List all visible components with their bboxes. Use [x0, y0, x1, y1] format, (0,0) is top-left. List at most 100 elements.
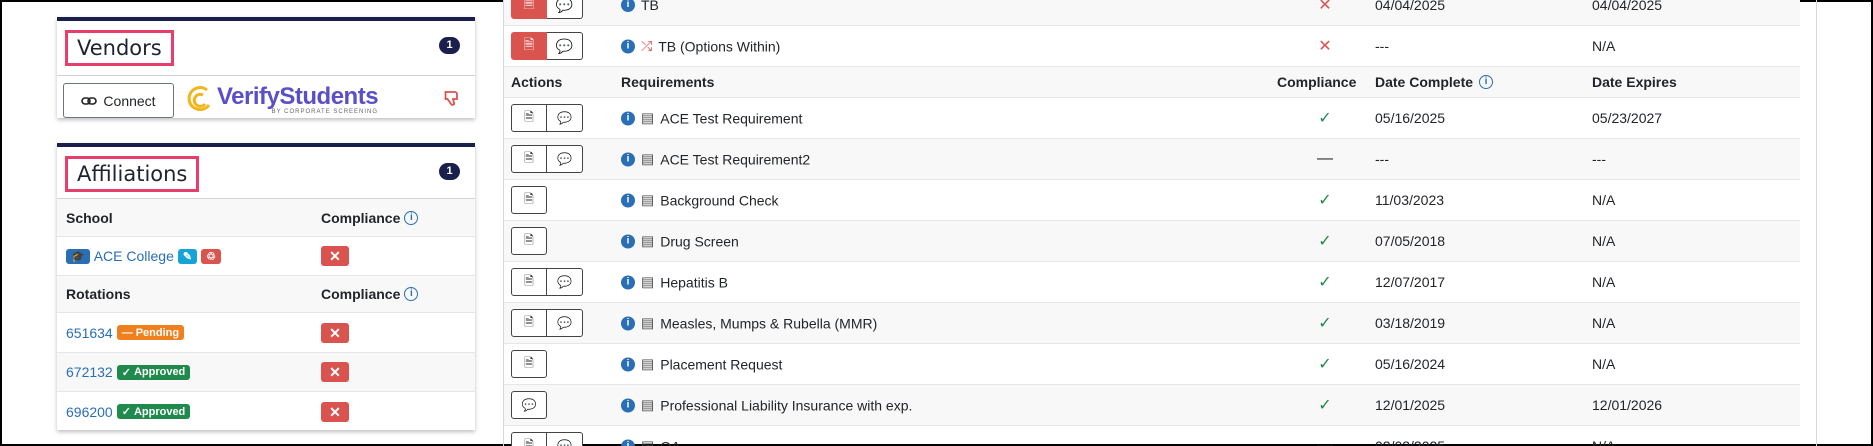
- requirement-name[interactable]: TB: [641, 0, 659, 13]
- school-link[interactable]: ACE College: [94, 248, 174, 264]
- thumbs-down-icon[interactable]: [443, 90, 461, 108]
- comment-button[interactable]: 💬: [547, 309, 583, 337]
- document-button[interactable]: 🗎: [511, 186, 547, 214]
- check-icon: ✓: [121, 406, 131, 418]
- requirement-name[interactable]: Hepatitis B: [660, 274, 728, 290]
- compliant-check-icon: ✓: [1318, 397, 1332, 414]
- requirement-name[interactable]: Professional Liability Insurance with ex…: [660, 397, 912, 413]
- requirement-name[interactable]: Drug Screen: [660, 233, 739, 249]
- comment-button[interactable]: 💬: [547, 32, 583, 60]
- date-complete: 03/18/2019: [1375, 315, 1446, 331]
- info-icon[interactable]: i: [404, 287, 419, 301]
- rotation-link[interactable]: 696200: [66, 404, 113, 420]
- document-button[interactable]: 🗎: [511, 227, 547, 255]
- date-complete: 05/16/2025: [1375, 110, 1446, 126]
- date-expires: N/A: [1592, 38, 1616, 54]
- list-icon: ▤: [641, 273, 655, 290]
- info-icon[interactable]: i: [404, 210, 419, 225]
- rotation-row: 651634 — Pending ✕: [57, 313, 475, 353]
- noncompliant-x-icon[interactable]: ✕: [321, 401, 349, 422]
- document-button[interactable]: 🗎: [511, 0, 547, 19]
- info-icon[interactable]: i: [621, 0, 635, 12]
- requirement-name[interactable]: Measles, Mumps & Rubella (MMR): [660, 315, 877, 331]
- date-complete-header: Date Complete i: [1375, 74, 1494, 90]
- document-icon: 🗎: [523, 36, 535, 52]
- info-icon[interactable]: i: [621, 316, 635, 330]
- requirement-name[interactable]: Placement Request: [660, 356, 782, 372]
- document-button[interactable]: 🗎: [511, 350, 547, 378]
- dash-icon: —: [121, 326, 133, 339]
- date-complete: 11/03/2023: [1375, 192, 1445, 208]
- info-icon[interactable]: i: [621, 275, 635, 289]
- recycle-icon[interactable]: ♲: [201, 248, 221, 264]
- info-icon[interactable]: i: [621, 357, 635, 371]
- info-icon[interactable]: i: [621, 234, 635, 248]
- compliance-header: Compliance i: [321, 210, 419, 226]
- requirement-name[interactable]: ACE Test Requirement: [660, 110, 802, 126]
- rotation-compliance: ✕: [321, 362, 349, 382]
- row-actions: 🗎 💬: [511, 268, 583, 296]
- info-icon[interactable]: i: [621, 439, 635, 446]
- info-icon[interactable]: i: [621, 39, 635, 53]
- rotation-link[interactable]: 651634: [66, 325, 113, 341]
- rotation-cell: 651634 — Pending: [66, 325, 185, 341]
- info-icon[interactable]: i: [621, 111, 635, 125]
- actions-header: Actions: [511, 74, 563, 90]
- date-complete: 02/03/2025: [1375, 438, 1446, 446]
- requirement-row: 💬 i ▤ Professional Liability Insurance with…: [504, 385, 1800, 426]
- rotation-row: 696200 ✓ Approved ✕: [57, 392, 475, 431]
- affiliations-panel: Affiliations 1 School Compliance i 🎓 ACE …: [57, 143, 475, 430]
- comment-button[interactable]: 💬: [547, 0, 583, 19]
- status-badge: ✓ Approved: [116, 404, 191, 419]
- document-button[interactable]: 🗎: [511, 32, 547, 60]
- date-complete: 12/01/2025: [1375, 397, 1446, 413]
- info-icon[interactable]: i: [621, 398, 635, 412]
- row-actions: 🗎: [511, 227, 547, 255]
- info-icon[interactable]: i: [621, 152, 635, 166]
- compliance-header: Compliance: [1277, 74, 1357, 90]
- requirement-name[interactable]: ACE Test Requirement2: [660, 151, 810, 167]
- comment-icon: 💬: [555, 0, 574, 13]
- requirement-name[interactable]: TB (Options Within): [658, 38, 780, 54]
- vendors-count-badge: 1: [439, 37, 460, 54]
- affiliations-header: Affiliations 1: [57, 147, 475, 199]
- comment-button[interactable]: 💬: [511, 391, 547, 419]
- document-button[interactable]: 🗎: [511, 104, 547, 132]
- info-icon[interactable]: i: [1479, 75, 1494, 89]
- requirement-name[interactable]: QA: [660, 438, 680, 446]
- noncompliant-x-icon[interactable]: ✕: [321, 362, 349, 382]
- rotation-link[interactable]: 672132: [66, 364, 113, 380]
- document-button[interactable]: 🗎: [511, 145, 547, 173]
- date-expires: N/A: [1592, 192, 1616, 208]
- requirement-cell: i ▤ Professional Liability Insurance with …: [621, 397, 912, 414]
- verifystudents-logo: VerifyStudents BY CORPORATE SCREENING: [187, 83, 379, 117]
- rotation-cell: 672132 ✓ Approved: [66, 364, 191, 380]
- comment-button[interactable]: 💬: [547, 145, 583, 173]
- pencil-icon[interactable]: ✎: [177, 248, 198, 264]
- document-icon: 🗎: [524, 314, 534, 329]
- compliant-check-icon: ✓: [1318, 274, 1332, 291]
- info-icon[interactable]: i: [621, 193, 635, 207]
- link-icon: [81, 96, 98, 105]
- comment-button[interactable]: 💬: [547, 432, 583, 446]
- requirement-name[interactable]: Background Check: [660, 192, 778, 208]
- vendors-title: Vendors: [65, 30, 174, 66]
- document-button[interactable]: 🗎: [511, 309, 547, 337]
- comment-button[interactable]: 💬: [547, 268, 583, 296]
- requirement-cell: i ▤ Placement Request: [621, 356, 782, 373]
- document-button[interactable]: 🗎: [511, 268, 547, 296]
- requirement-row: 🗎 i ▤ Placement Request ✓ 05/16/2024 N/A: [504, 344, 1800, 385]
- row-actions: 🗎 💬: [511, 104, 583, 132]
- connect-button[interactable]: Connect: [63, 83, 174, 118]
- school-header: School: [66, 209, 113, 226]
- comment-button[interactable]: 💬: [547, 104, 583, 132]
- date-expires-header: Date Expires: [1592, 74, 1677, 90]
- date-expires: 05/23/2027: [1592, 110, 1663, 126]
- noncompliant-x-icon[interactable]: ✕: [321, 246, 349, 266]
- document-button[interactable]: 🗎: [511, 432, 547, 446]
- comment-icon: 💬: [557, 152, 572, 166]
- rotations-table-header: Rotations Compliance i: [57, 276, 475, 313]
- compliant-check-icon: ✓: [1318, 233, 1332, 250]
- list-icon: ▤: [641, 191, 655, 208]
- noncompliant-x-icon[interactable]: ✕: [321, 322, 349, 343]
